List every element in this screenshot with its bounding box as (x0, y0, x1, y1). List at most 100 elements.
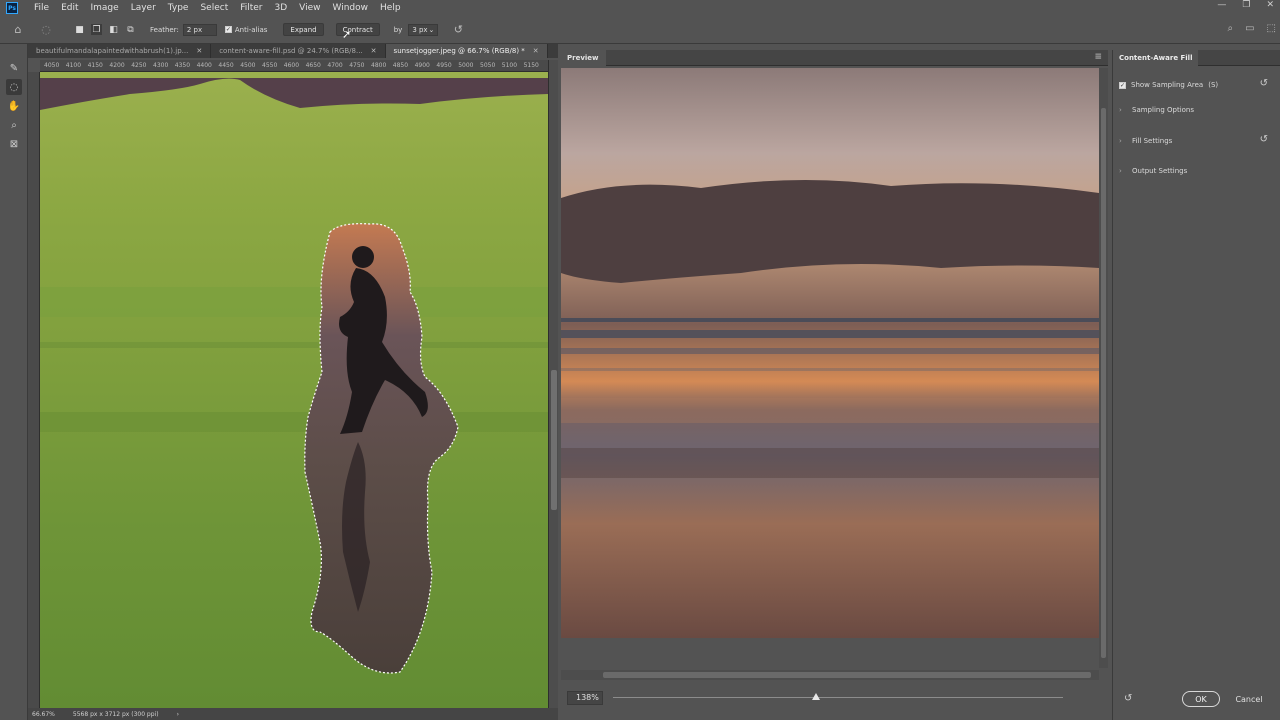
reset-sampling-icon[interactable]: ↺ (1260, 78, 1268, 89)
lasso-tool-icon[interactable]: ◌ (38, 22, 54, 38)
new-selection-icon[interactable]: ■ (74, 24, 85, 35)
panel-menu-icon[interactable]: ≡ (1094, 52, 1102, 62)
vertical-ruler (28, 72, 40, 708)
chevron-right-icon: › (1119, 106, 1122, 114)
document-canvas[interactable] (40, 72, 548, 708)
scroll-thumb[interactable] (603, 672, 1091, 678)
menu-window[interactable]: Window (327, 3, 375, 13)
intersect-selection-icon[interactable]: ⧉ (125, 24, 136, 35)
chevron-right-icon: › (1119, 137, 1122, 145)
output-settings-label: Output Settings (1132, 167, 1188, 175)
status-chevron-icon[interactable]: › (177, 711, 179, 718)
fill-settings-section[interactable]: › Fill Settings (1119, 135, 1269, 147)
subtract-selection-icon[interactable]: ◧ (108, 24, 119, 35)
by-label: by (393, 25, 403, 34)
ruler-tick-label: 4700 (327, 62, 343, 69)
ok-button[interactable]: OK (1182, 691, 1220, 707)
menu-type[interactable]: Type (162, 3, 195, 13)
antialias-checkbox[interactable]: ✓ (224, 26, 232, 33)
document-info: 5568 px x 3712 px (300 ppi) (72, 710, 159, 718)
menu-select[interactable]: Select (194, 3, 234, 13)
preview-zoom-input[interactable]: 138% (567, 691, 603, 705)
ruler-tick-label: 4500 (240, 62, 256, 69)
add-selection-icon[interactable]: ❐ (91, 24, 102, 35)
home-icon[interactable]: ⌂ (10, 22, 26, 38)
frame-tool-icon[interactable]: ⊠ (6, 136, 22, 152)
sampling-options-section[interactable]: › Sampling Options (1119, 104, 1269, 116)
ruler-tick-label: 4750 (349, 62, 365, 69)
search-icon[interactable]: ⌕ (1227, 23, 1233, 34)
close-icon[interactable]: ✕ (1266, 0, 1274, 10)
ruler-tick-label: 4450 (218, 62, 234, 69)
menu-bar: Ps File Edit Image Layer Type Select Fil… (0, 0, 1280, 16)
chevron-down-icon: ⌄ (428, 25, 435, 34)
preview-vertical-scrollbar[interactable] (1099, 68, 1108, 668)
menu-layer[interactable]: Layer (125, 3, 162, 13)
menu-filter[interactable]: Filter (234, 3, 268, 13)
ruler-tick-label: 5000 (458, 62, 474, 69)
scroll-thumb[interactable] (551, 370, 557, 510)
lasso-tool-icon[interactable]: ◌ (6, 79, 22, 95)
workspace-icon[interactable]: ▭ (1245, 23, 1254, 34)
restore-icon[interactable]: ❐ (1242, 0, 1250, 10)
canvas-vertical-scrollbar[interactable] (548, 60, 558, 708)
tab-mandala[interactable]: beautifulmandalapaintedwithabrush(1).jp.… (28, 44, 212, 58)
show-sampling-area-checkbox[interactable]: ✓ (1119, 81, 1126, 89)
scroll-thumb[interactable] (1101, 108, 1106, 658)
sampling-options-label: Sampling Options (1132, 106, 1194, 114)
menu-help[interactable]: Help (374, 3, 407, 13)
share-icon[interactable]: ⬚ (1267, 23, 1276, 34)
antialias-label: Anti-alias (234, 25, 268, 34)
reset-icon[interactable]: ↺ (450, 22, 466, 38)
zoom-slider-thumb[interactable] (811, 693, 820, 700)
ruler-tick-label: 4950 (436, 62, 452, 69)
tools-panel: ✎ ◌ ✋ ⌕ ⊠ (0, 44, 28, 720)
ruler-tick-label: 4350 (174, 62, 191, 69)
reset-all-icon[interactable]: ↺ (1124, 693, 1132, 704)
menu-3d[interactable]: 3D (269, 3, 294, 13)
ruler-tick-label: 4900 (414, 62, 430, 69)
cancel-button[interactable]: Cancel (1228, 691, 1270, 707)
zoom-slider-track[interactable] (613, 697, 1063, 698)
preview-tab[interactable]: Preview (560, 49, 606, 66)
menu-image[interactable]: Image (85, 3, 125, 13)
tab-label: beautifulmandalapaintedwithabrush(1).jp.… (36, 47, 189, 55)
output-settings-section[interactable]: › Output Settings (1119, 165, 1269, 177)
panel-header: Content-Aware Fill (1113, 49, 1280, 66)
menu-edit[interactable]: Edit (55, 3, 84, 13)
ruler-tick-label: 5050 (480, 62, 496, 69)
preview-horizontal-scrollbar[interactable] (561, 670, 1099, 680)
ruler-tick-label: 5150 (523, 62, 539, 69)
zoom-tool-icon[interactable]: ⌕ (6, 117, 22, 133)
menu-file[interactable]: File (28, 3, 55, 13)
shortcut-label: (S) (1208, 81, 1219, 89)
close-icon[interactable]: ✕ (196, 47, 202, 55)
by-select-value: 3 px (412, 25, 428, 34)
tab-sunsetjogger[interactable]: sunsetjogger.jpeg @ 66.7% (RGB/8) * ✕ (385, 44, 548, 58)
ruler-tick-label: 5100 (501, 62, 518, 69)
menu-view[interactable]: View (293, 3, 326, 13)
ruler-tick-label: 4800 (371, 62, 387, 69)
zoom-level: 66.67% (32, 710, 55, 718)
close-icon[interactable]: ✕ (533, 47, 539, 55)
show-sampling-area-row[interactable]: ✓ Show Sampling Area (S) (1119, 79, 1269, 91)
ruler-tick-label: 4300 (153, 62, 169, 69)
preview-image[interactable] (561, 68, 1099, 638)
hand-tool-icon[interactable]: ✋ (6, 98, 22, 114)
ruler-tick-label: 4200 (109, 62, 125, 69)
panel-title[interactable]: Content-Aware Fill (1113, 49, 1199, 66)
tab-content-aware-fill[interactable]: content-aware-fill.psd @ 24.7% (RGB/8...… (211, 44, 386, 58)
fill-settings-label: Fill Settings (1132, 137, 1173, 145)
preview-panel-header: Preview ≡ (560, 49, 1108, 66)
ruler-tick-label: 4050 (44, 62, 60, 69)
reset-fill-icon[interactable]: ↺ (1260, 134, 1268, 145)
preview-zoom-row: 138% (561, 688, 1099, 708)
content-aware-fill-panel: Content-Aware Fill ✓ Show Sampling Area … (1112, 49, 1280, 720)
feather-input[interactable]: 2 px (182, 23, 217, 36)
brush-tool-icon[interactable]: ✎ (6, 60, 22, 76)
by-select[interactable]: 3 px ⌄ (408, 23, 439, 36)
minimize-icon[interactable]: — (1217, 0, 1226, 10)
close-icon[interactable]: ✕ (371, 47, 377, 55)
expand-button[interactable]: Expand (283, 23, 324, 36)
sunset-jogger-image (40, 78, 548, 674)
